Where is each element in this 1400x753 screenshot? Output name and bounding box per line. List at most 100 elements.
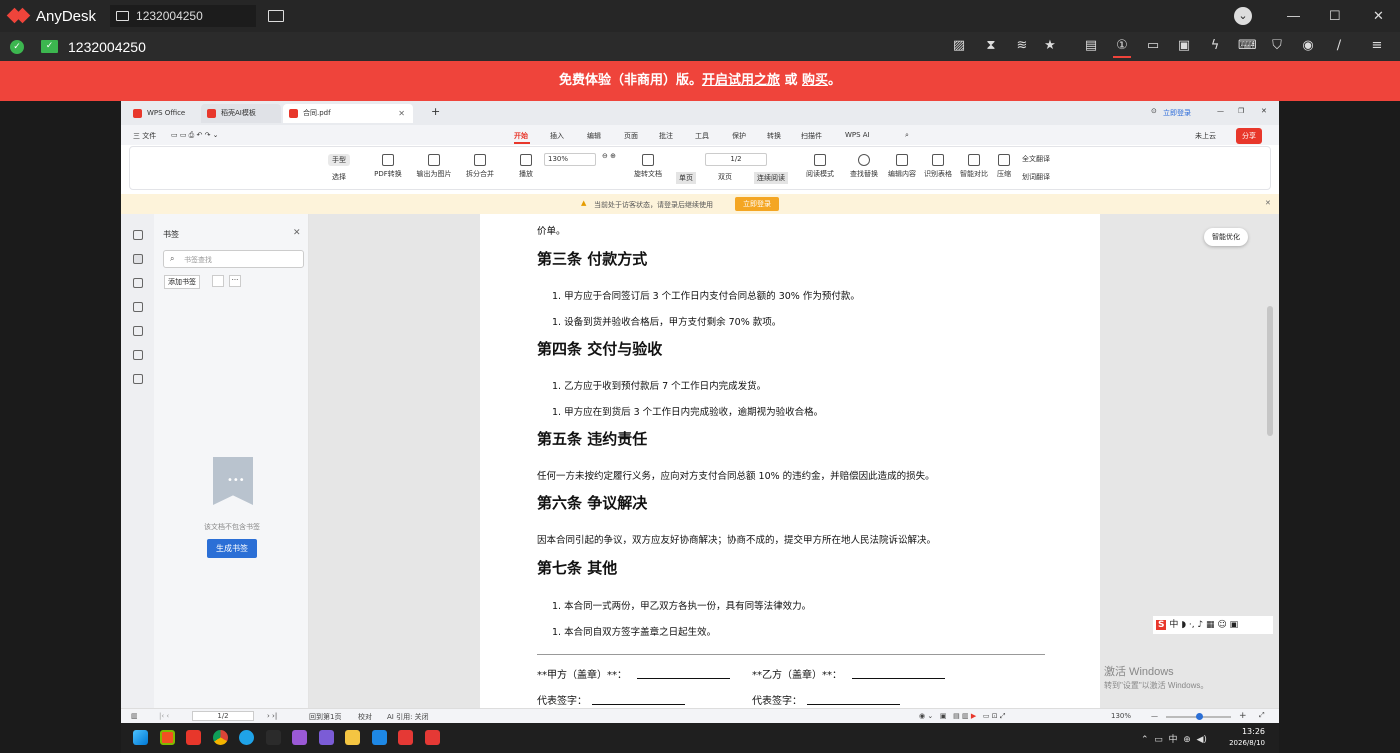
next-last-page[interactable]: › ›| xyxy=(267,712,277,720)
new-tab-button[interactable]: + xyxy=(431,105,440,118)
more-icon[interactable]: ··· xyxy=(229,275,241,287)
menu-scan[interactable]: 扫描件 xyxy=(801,131,822,141)
app-purple-icon[interactable] xyxy=(292,730,307,745)
bookmark-icon[interactable] xyxy=(133,254,143,264)
notice-close-icon[interactable]: ✕ xyxy=(1265,199,1271,207)
hourglass-icon[interactable]: ⧗ xyxy=(983,38,999,54)
menu-comment[interactable]: 批注 xyxy=(659,131,673,141)
scrollbar[interactable] xyxy=(1267,306,1273,436)
chat-icon[interactable]: ▣ xyxy=(1176,38,1192,54)
compress-button[interactable]: 压缩 xyxy=(992,154,1016,179)
minimize-icon[interactable]: — xyxy=(1217,107,1224,115)
anydesk-taskbar-icon-2[interactable] xyxy=(425,730,440,745)
privacy-icon[interactable]: ▨ xyxy=(951,38,967,54)
split-merge-button[interactable]: 拆分合并 xyxy=(458,154,502,179)
notice-login-button[interactable]: 立即登录 xyxy=(735,197,779,211)
avatar[interactable]: ⊙ xyxy=(1151,107,1157,115)
restore-icon[interactable]: ❐ xyxy=(1238,107,1244,115)
smart-compare-button[interactable]: 智能对比 xyxy=(956,154,992,179)
cloud-status[interactable]: 未上云 xyxy=(1195,131,1216,141)
database-icon[interactable]: ≋ xyxy=(1014,38,1030,54)
tray-icons[interactable]: ⌃ ▭ 中 ⊕ ◀) xyxy=(1141,732,1207,745)
chrome-icon[interactable] xyxy=(213,730,228,745)
tab-wps-office[interactable]: WPS Office xyxy=(127,104,199,123)
select-tool-button[interactable]: 选择 xyxy=(332,172,346,182)
display-1-icon[interactable]: ① xyxy=(1114,38,1130,54)
quick-tools[interactable]: ▭ ▭ ⎙ ↶ ↷ ⌄ xyxy=(171,131,219,140)
full-translate-button[interactable]: 全文翻译 xyxy=(1022,154,1050,164)
close-button[interactable]: ✕ xyxy=(1373,8,1384,24)
menu-insert[interactable]: 插入 xyxy=(550,131,564,141)
edge-icon[interactable] xyxy=(239,730,254,745)
display-icon[interactable]: ▭ xyxy=(1145,38,1161,54)
record-icon[interactable]: ◉ xyxy=(1300,38,1316,54)
comment-icon[interactable] xyxy=(133,302,143,312)
bookmark-option-icon[interactable] xyxy=(212,275,224,287)
play-button[interactable]: 播放 xyxy=(512,154,540,179)
clock-time[interactable]: 13:26 xyxy=(1233,727,1265,736)
dropdown-icon[interactable]: ⌄ xyxy=(1234,7,1252,25)
rotate-button[interactable]: 旋转文档 xyxy=(630,154,666,179)
menu-start[interactable]: 开始 xyxy=(514,131,528,141)
single-page-button[interactable]: 单页 xyxy=(676,172,696,184)
menu-edit[interactable]: 编辑 xyxy=(587,131,601,141)
menu-icon[interactable]: ≡ xyxy=(1369,38,1385,54)
star-icon[interactable]: ★ xyxy=(1042,38,1058,54)
remote-screen[interactable]: WPS Office 稻壳AI模板 合同.pdf ✕ + ⊙ 立即登录 — ❐ ✕… xyxy=(121,101,1279,753)
attachment-icon[interactable] xyxy=(133,326,143,336)
menu-protect[interactable]: 保护 xyxy=(732,131,746,141)
zoom-select[interactable]: 130% xyxy=(544,153,596,166)
start-trial-link[interactable]: 开启试用之旅 xyxy=(702,73,780,88)
find-replace-button[interactable]: 查找替换 xyxy=(846,154,882,179)
menu-wps-ai[interactable]: WPS AI xyxy=(845,131,870,139)
zoom-slider-thumb[interactable] xyxy=(1196,713,1203,720)
menu-page[interactable]: 页面 xyxy=(624,131,638,141)
store-icon[interactable] xyxy=(160,730,175,745)
explorer-icon[interactable] xyxy=(345,730,360,745)
zoom-in-icon[interactable]: + xyxy=(1239,711,1247,721)
action-bolt-icon[interactable]: ϟ xyxy=(1207,38,1223,54)
keyboard-icon[interactable]: ⌨ xyxy=(1238,38,1257,54)
page-number-input[interactable]: 1/2 xyxy=(705,153,767,166)
ime-toolbar[interactable]: S 中 ◗ ·, ♪ ▦ ☺ ▣ xyxy=(1153,616,1273,634)
close-icon[interactable]: ✕ xyxy=(1261,107,1267,115)
proofread-button[interactable]: 校对 xyxy=(358,712,372,722)
maximize-button[interactable]: ☐ xyxy=(1329,8,1341,24)
minimize-button[interactable]: — xyxy=(1287,8,1300,23)
pdf-convert-button[interactable]: PDF转换 xyxy=(370,154,406,179)
first-prev-page[interactable]: |‹ ‹ xyxy=(159,712,169,720)
sign-icon[interactable] xyxy=(133,350,143,360)
layers-icon[interactable] xyxy=(133,374,143,384)
status-page-input[interactable]: 1/2 xyxy=(192,711,254,721)
fit-icon[interactable]: ⤢ xyxy=(1259,711,1265,720)
login-link[interactable]: 立即登录 xyxy=(1163,108,1191,118)
sidebar-toggle-icon[interactable]: ▥ xyxy=(131,712,138,720)
menu-tools[interactable]: 工具 xyxy=(695,131,709,141)
tab-close-icon[interactable]: ✕ xyxy=(398,104,405,123)
ocr-table-button[interactable]: 识别表格 xyxy=(920,154,956,179)
export-image-button[interactable]: 输出为图片 xyxy=(412,154,456,179)
zoom-out-icon[interactable]: — xyxy=(1151,712,1158,720)
clock-date[interactable]: 2026/8/10 xyxy=(1219,739,1265,747)
back-to-first-page[interactable]: 回到第1页 xyxy=(309,712,341,722)
pen-app-icon[interactable] xyxy=(266,730,281,745)
bookmark-close-icon[interactable]: ✕ xyxy=(293,228,301,238)
file-menu[interactable]: 三 文件 xyxy=(133,131,156,141)
zoom-buttons[interactable]: ⊖ ⊕ xyxy=(602,152,616,160)
file-icon[interactable]: ▤ xyxy=(1083,38,1099,54)
start-icon[interactable] xyxy=(133,730,148,745)
wps-taskbar-icon[interactable] xyxy=(186,730,201,745)
pen-icon[interactable]: ∕ xyxy=(1331,38,1347,54)
session-tab[interactable]: 1232004250 xyxy=(110,5,257,27)
new-session-icon[interactable] xyxy=(268,10,285,22)
menu-convert[interactable]: 转换 xyxy=(767,131,781,141)
tab-contract-pdf[interactable]: 合同.pdf ✕ xyxy=(283,104,413,123)
search-icon[interactable]: ⌕ xyxy=(905,131,909,140)
anydesk-taskbar-icon[interactable] xyxy=(398,730,413,745)
edit-content-button[interactable]: 编辑内容 xyxy=(884,154,920,179)
app-violet-icon[interactable] xyxy=(319,730,334,745)
share-button[interactable]: 分享 xyxy=(1236,128,1262,144)
bookmark-search-input[interactable]: ⌕ 书签查找 xyxy=(163,250,304,268)
shield-icon[interactable]: ⛉ xyxy=(1269,38,1285,54)
continuous-read-button[interactable]: 连续阅读 xyxy=(754,172,788,184)
